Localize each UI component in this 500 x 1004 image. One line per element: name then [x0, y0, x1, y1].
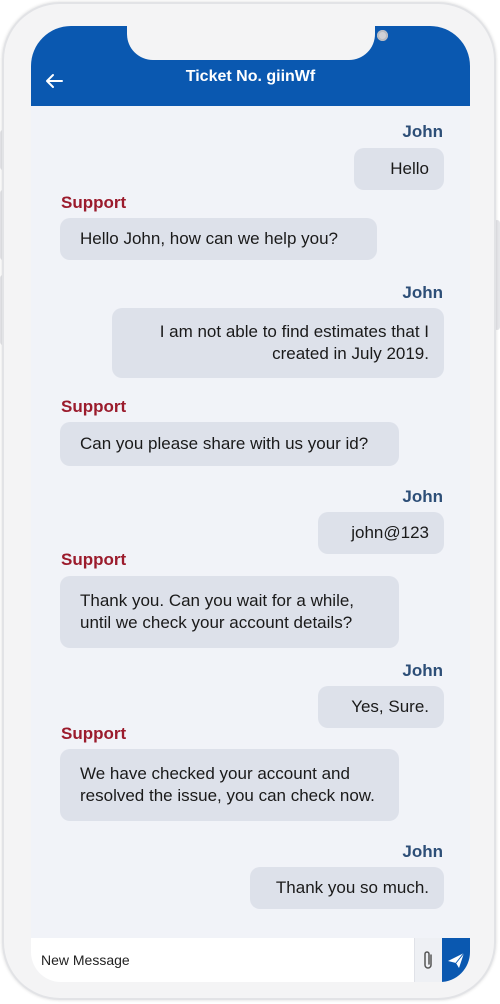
sender-name: John: [402, 283, 443, 302]
sender-name: John: [402, 487, 443, 506]
message-text-line: Hello: [390, 159, 429, 178]
sender-name: John: [402, 661, 443, 680]
message-text-line: Hello John, how can we help you?: [80, 229, 338, 248]
message-text-line: Yes, Sure.: [351, 697, 429, 716]
support-message-bubble: We have checked your account and resolved…: [60, 749, 399, 821]
user-message-bubble: Yes, Sure.: [318, 686, 444, 728]
user-message-bubble: I am not able to find estimates that I cr…: [112, 308, 444, 378]
phone-frame: Ticket No. giinWf John Hello Support Hello …: [0, 0, 500, 1004]
message-text-line: We have checked your account and: [80, 764, 350, 783]
attach-button[interactable]: [414, 938, 443, 982]
send-button[interactable]: [442, 938, 470, 982]
message-text-line: resolved the issue, you can check now.: [80, 786, 375, 805]
message-text-line: Can you please share with us your id?: [80, 434, 369, 453]
user-message-bubble: Thank you so much.: [250, 867, 444, 909]
message-text-line: Thank you. Can you wait for a while,: [80, 591, 355, 610]
support-message-bubble: Hello John, how can we help you?: [60, 218, 377, 260]
support-message-bubble: Thank you. Can you wait for a while, unti…: [60, 576, 399, 648]
message-composer: [31, 938, 470, 982]
message-input[interactable]: [41, 948, 401, 972]
sender-name: Support: [61, 193, 127, 212]
phone-notch: [127, 26, 388, 60]
message-text-line: Thank you so much.: [275, 878, 429, 897]
camera-icon: [377, 30, 388, 41]
support-message-bubble: Can you please share with us your id?: [60, 422, 399, 466]
message-text-line: I am not able to find estimates that I: [159, 322, 429, 341]
sender-name: John: [402, 122, 443, 141]
sender-name: John: [402, 842, 443, 861]
user-message-bubble: john@123: [318, 512, 444, 554]
page-title: Ticket No. giinWf: [185, 68, 316, 85]
message-text-line: created in July 2019.: [272, 344, 429, 363]
user-message-bubble: Hello: [354, 148, 444, 190]
sender-name: Support: [61, 724, 127, 743]
sender-name: Support: [61, 550, 127, 569]
paperclip-icon: [424, 951, 432, 969]
send-icon: [448, 952, 465, 968]
message-text-line: until we check your account details?: [80, 613, 353, 632]
message-text-line: john@123: [351, 523, 429, 542]
chat-screen: Ticket No. giinWf John Hello Support Hello …: [31, 26, 470, 982]
sender-name: Support: [61, 397, 127, 416]
message-list: John Hello Support Hello John, how can we h…: [31, 106, 470, 938]
